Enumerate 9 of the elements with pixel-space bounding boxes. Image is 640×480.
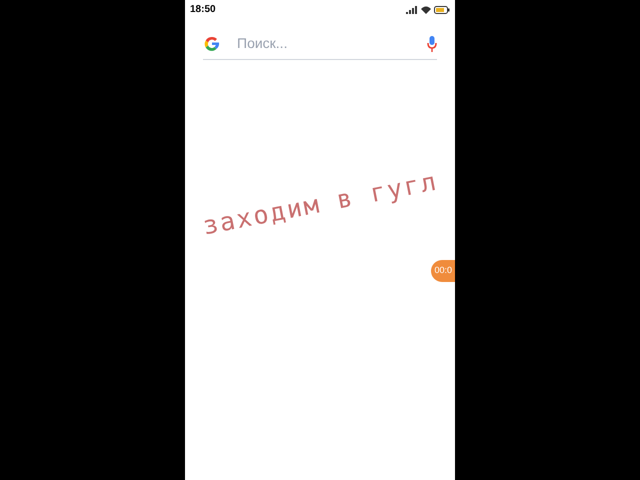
signal-icon [406, 6, 418, 14]
video-caption: заходим в гугл [199, 166, 441, 243]
wifi-icon [421, 6, 431, 14]
microphone-icon[interactable] [427, 36, 437, 52]
status-time: 18:50 [190, 3, 216, 17]
google-logo-icon [203, 34, 221, 52]
battery-icon [434, 6, 450, 14]
search-field[interactable]: Поиск... [237, 33, 411, 54]
recorder-timer-bubble[interactable]: 00:0 [431, 260, 455, 282]
